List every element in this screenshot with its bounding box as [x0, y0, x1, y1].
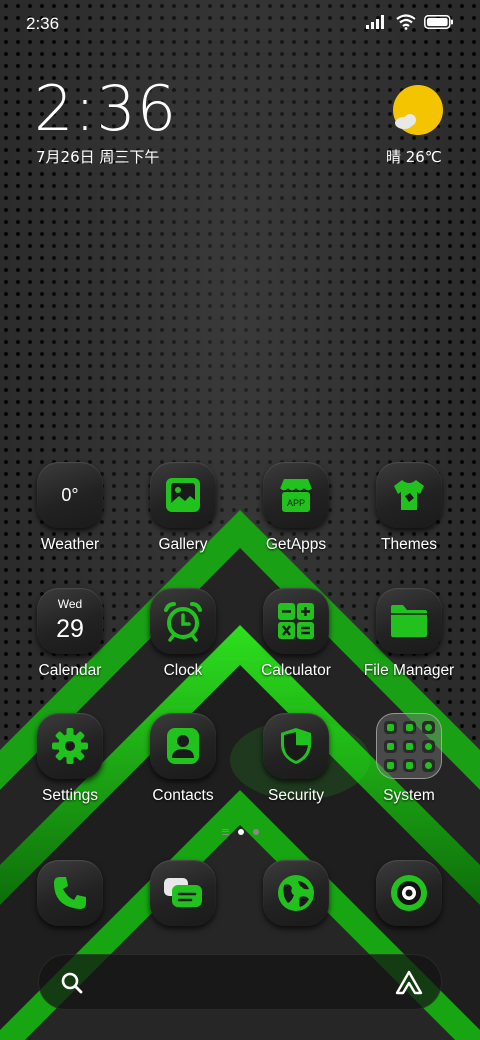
- app-getapps[interactable]: APP GetApps: [242, 462, 350, 554]
- camera-icon: [391, 875, 427, 911]
- app-security[interactable]: Security: [242, 713, 350, 805]
- assistant-icon[interactable]: [395, 970, 423, 996]
- app-label-gallery: Gallery: [158, 536, 208, 553]
- store-icon: APP: [279, 479, 313, 512]
- phone-icon: [54, 877, 86, 909]
- mini-app-icon: [402, 758, 416, 772]
- system-folder-icon[interactable]: [376, 713, 442, 779]
- app-label-getapps: GetApps: [265, 536, 327, 553]
- weather-temp: 0°: [61, 484, 79, 505]
- app-weather[interactable]: 0° Weather: [16, 462, 124, 554]
- app-label-file-manager: File Manager: [363, 662, 455, 679]
- gallery-icon: [166, 478, 200, 512]
- app-settings[interactable]: Settings: [16, 713, 124, 805]
- mini-app-icon: [383, 720, 397, 734]
- alarm-clock-icon: [164, 602, 202, 642]
- dock-camera[interactable]: [355, 860, 463, 926]
- page-dot-active[interactable]: [237, 829, 244, 835]
- mini-app-icon: [421, 720, 435, 734]
- app-label-contacts: Contacts: [152, 787, 214, 804]
- clock-widget-date: 7月26日 周三下午: [36, 148, 160, 166]
- mini-app-icon: [421, 739, 435, 753]
- clock-widget-time[interactable]: 2:36: [34, 72, 177, 145]
- calendar-weekday: Wed: [57, 597, 83, 611]
- status-bar: 2:36: [0, 0, 480, 50]
- app-clock[interactable]: Clock: [129, 588, 237, 680]
- app-calculator[interactable]: Calculator: [242, 588, 350, 680]
- dock-browser[interactable]: [242, 860, 350, 926]
- sun-cloud-icon[interactable]: [392, 84, 444, 136]
- dock-phone[interactable]: [16, 860, 124, 926]
- mini-app-icon: [402, 739, 416, 753]
- app-label-weather: Weather: [40, 536, 100, 553]
- folder-system[interactable]: System: [355, 713, 463, 805]
- signal-icon: [366, 15, 384, 29]
- app-calendar[interactable]: Wed 29 Calendar: [16, 588, 124, 680]
- dock-messages[interactable]: [129, 860, 237, 926]
- app-label-clock: Clock: [163, 662, 203, 679]
- status-time: 2:36: [26, 14, 60, 33]
- gear-icon: [52, 728, 88, 764]
- messages-icon: [164, 878, 202, 907]
- browser-icon: [278, 875, 314, 911]
- search-icon[interactable]: [61, 972, 83, 994]
- clock-widget-weather: 晴 26℃: [386, 148, 442, 166]
- app-label-calculator: Calculator: [261, 662, 331, 679]
- app-label-themes: Themes: [381, 536, 437, 553]
- app-label-system: System: [383, 787, 435, 804]
- calendar-app-icon[interactable]: Wed 29: [37, 588, 103, 654]
- app-label-calendar: Calendar: [38, 662, 102, 679]
- mini-app-icon: [402, 720, 416, 734]
- mini-app-icon: [383, 739, 397, 753]
- app-contacts[interactable]: Contacts: [129, 713, 237, 805]
- page-indicator[interactable]: [0, 829, 480, 835]
- search-bar[interactable]: [38, 954, 442, 1010]
- folder-icon: [391, 605, 427, 637]
- app-label-security: Security: [268, 787, 324, 804]
- app-themes[interactable]: Themes: [355, 462, 463, 554]
- calendar-day: 29: [56, 615, 84, 643]
- page-dot[interactable]: [252, 829, 259, 835]
- store-badge-text: APP: [287, 498, 305, 508]
- app-file-manager[interactable]: File Manager: [355, 588, 463, 680]
- app-gallery[interactable]: Gallery: [129, 462, 237, 554]
- wifi-icon: [396, 14, 416, 30]
- page-indicator-feed[interactable]: [221, 829, 229, 835]
- tshirt-icon: [394, 480, 424, 510]
- app-label-settings: Settings: [41, 787, 98, 804]
- contacts-icon: [167, 728, 199, 764]
- mini-app-icon: [383, 758, 397, 772]
- shield-icon: [281, 728, 311, 764]
- calculator-icon: [278, 603, 314, 639]
- battery-icon: [424, 15, 453, 29]
- weather-app-icon[interactable]: 0°: [37, 462, 103, 528]
- mini-app-icon: [421, 758, 435, 772]
